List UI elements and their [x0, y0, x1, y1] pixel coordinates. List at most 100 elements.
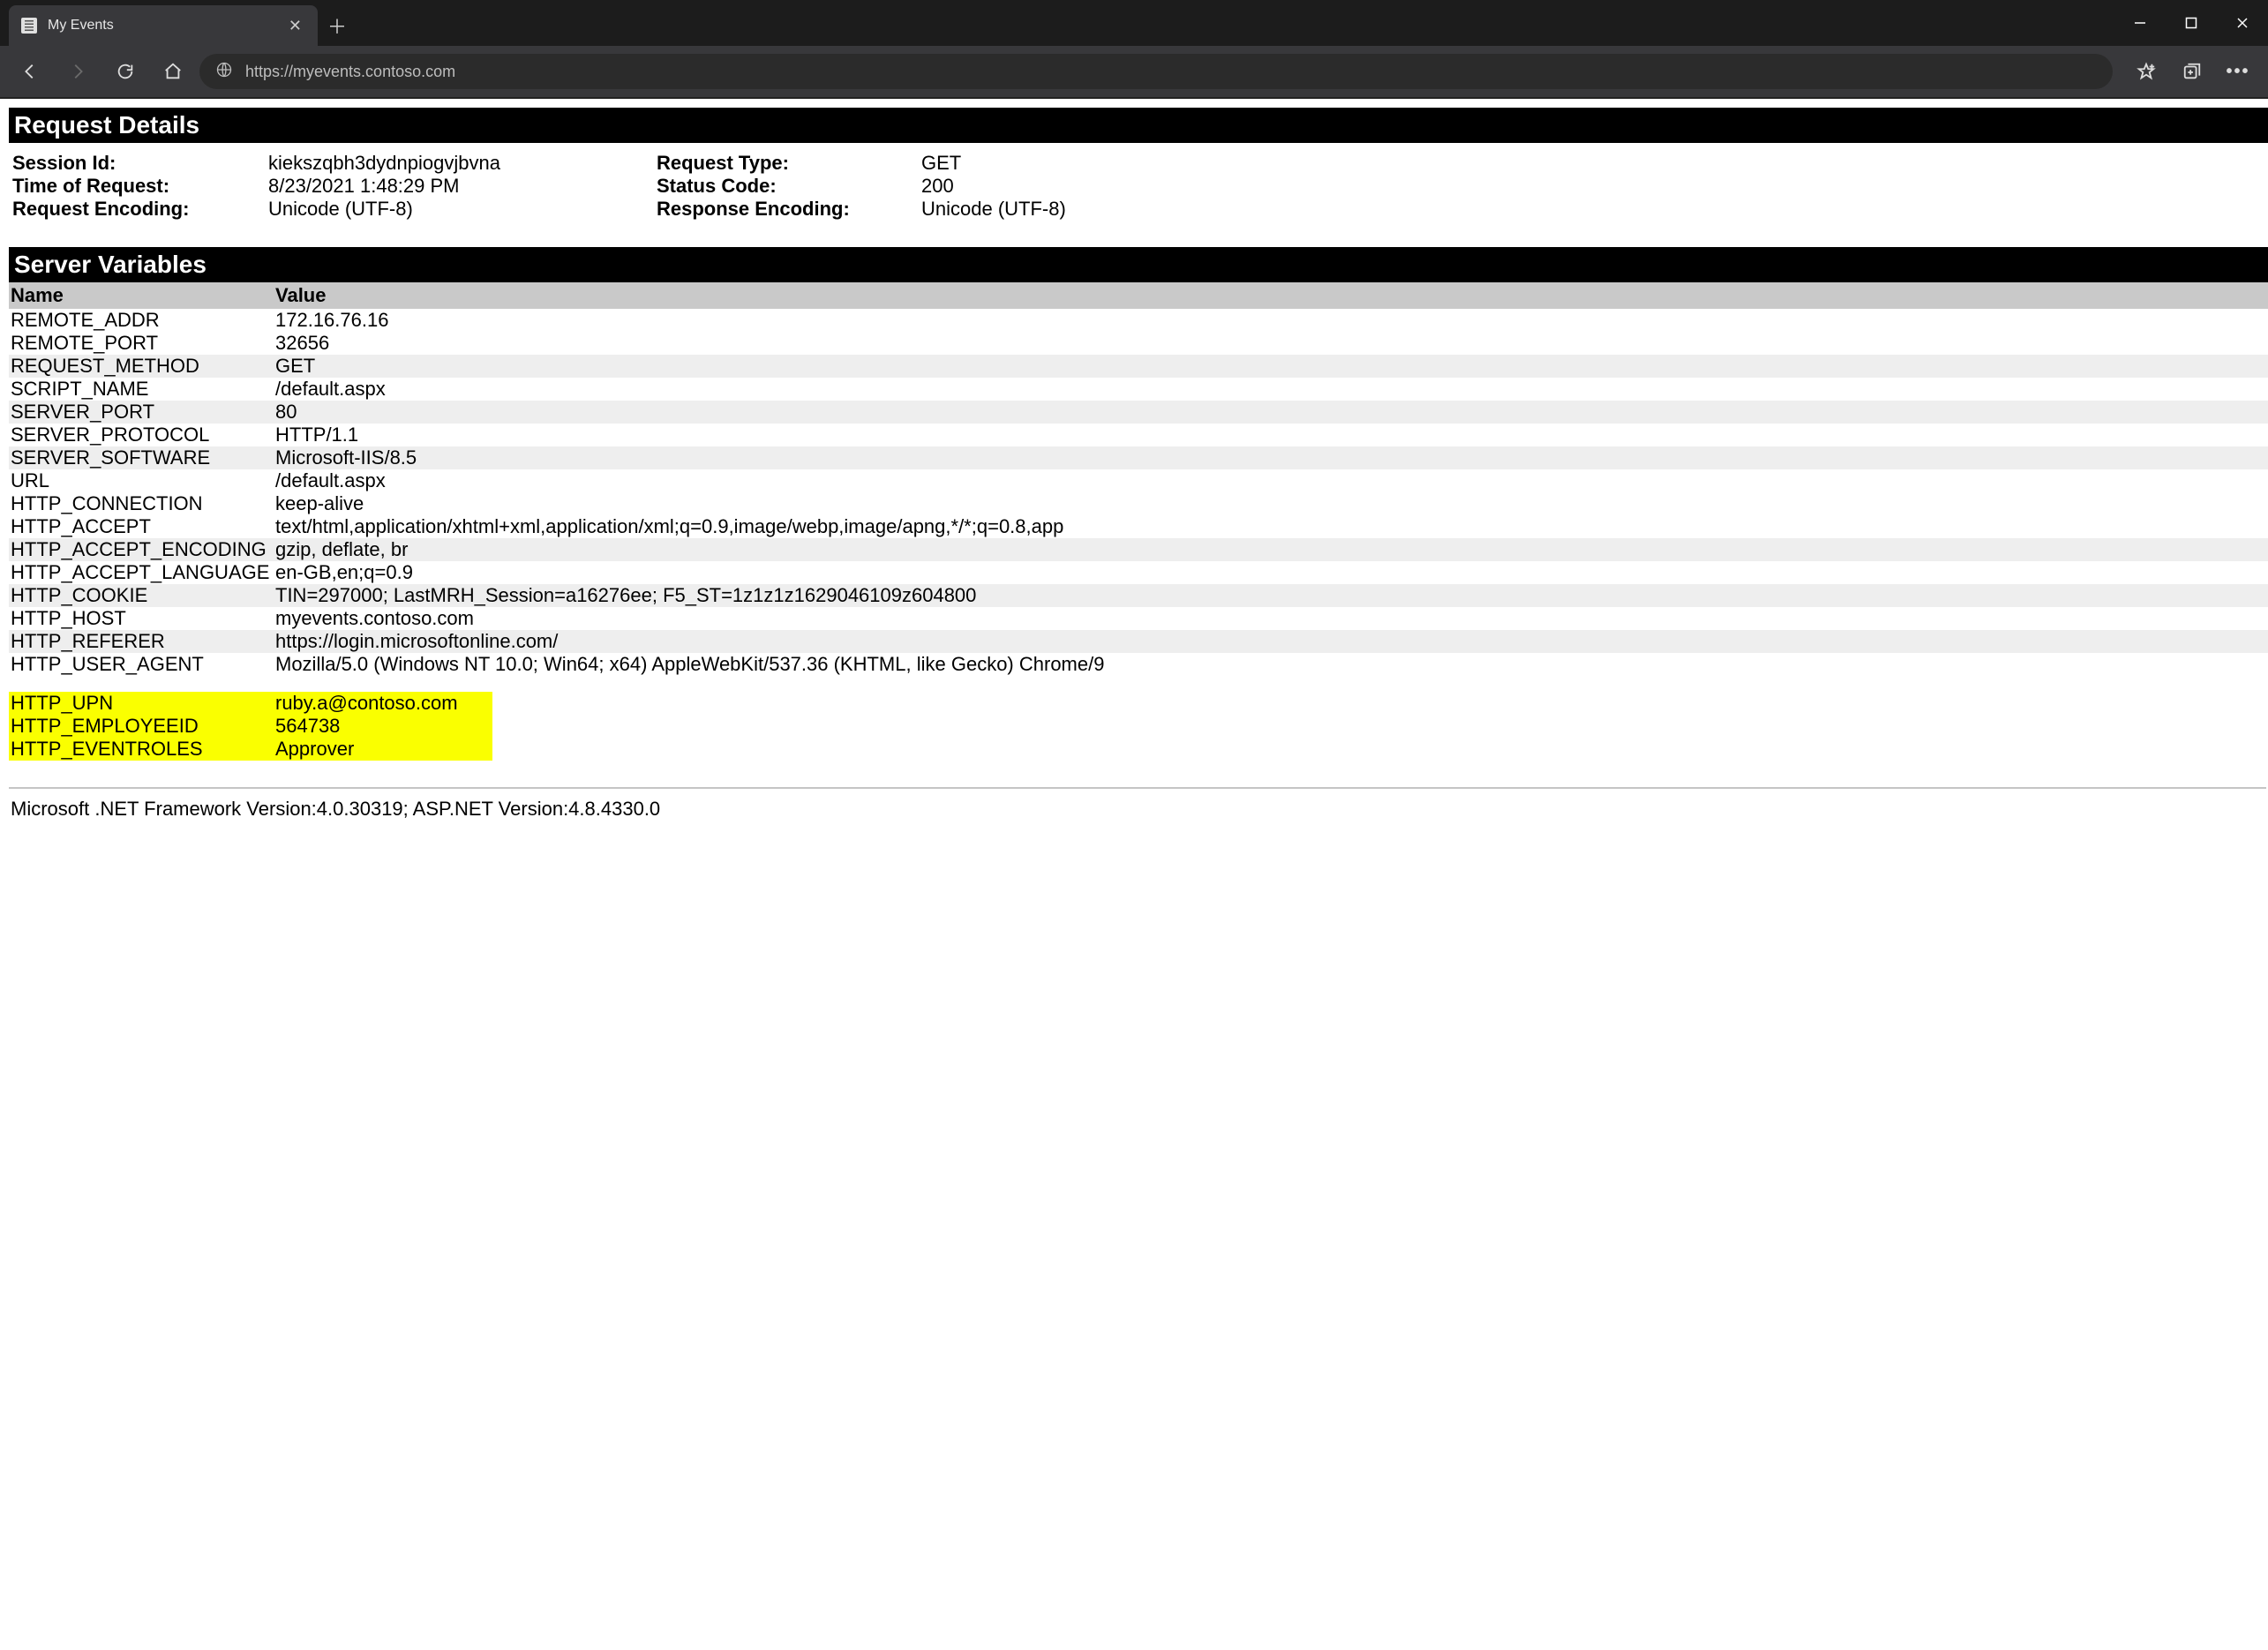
value-request-type: GET — [921, 152, 1168, 175]
var-name: HTTP_EMPLOYEEID — [11, 715, 275, 738]
label-request-encoding: Request Encoding: — [12, 198, 268, 221]
var-name: HTTP_ACCEPT_LANGUAGE — [11, 561, 275, 584]
var-value: HTTP/1.1 — [275, 424, 2266, 446]
var-name: HTTP_COOKIE — [11, 584, 275, 607]
minimize-button[interactable] — [2114, 0, 2166, 46]
more-icon: ••• — [2226, 62, 2249, 82]
page-content: Request Details Session Id: kiekszqbh3dy… — [0, 99, 2268, 1650]
table-row: HTTP_ACCEPT_LANGUAGE en-GB,en;q=0.9 — [9, 561, 2268, 584]
tab-title: My Events — [48, 18, 274, 34]
request-details-grid: Session Id: kiekszqbh3dydnpiogvjbvna Req… — [9, 143, 2268, 247]
browser-toolbar: https://myevents.contoso.com ••• — [0, 46, 2268, 99]
home-button[interactable] — [152, 50, 194, 93]
address-bar[interactable]: https://myevents.contoso.com — [199, 54, 2113, 89]
site-info-icon[interactable] — [215, 61, 233, 83]
var-value: ruby.a@contoso.com — [275, 692, 491, 715]
var-value: 564738 — [275, 715, 491, 738]
var-value: keep-alive — [275, 492, 2266, 515]
var-name: HTTP_EVENTROLES — [11, 738, 275, 761]
var-name: REMOTE_ADDR — [11, 309, 275, 332]
refresh-button[interactable] — [104, 50, 146, 93]
value-response-encoding: Unicode (UTF-8) — [921, 198, 1168, 221]
var-value: 80 — [275, 401, 2266, 424]
table-row: SCRIPT_NAME /default.aspx — [9, 378, 2268, 401]
table-row: SERVER_SOFTWARE Microsoft-IIS/8.5 — [9, 446, 2268, 469]
request-details-heading: Request Details — [9, 108, 2268, 143]
table-row: REQUEST_METHOD GET — [9, 355, 2268, 378]
highlighted-variables: HTTP_UPN ruby.a@contoso.com HTTP_EMPLOYE… — [9, 692, 492, 761]
table-row: REMOTE_PORT 32656 — [9, 332, 2268, 355]
browser-titlebar: My Events ✕ ＋ — [0, 0, 2268, 46]
label-time-of-request: Time of Request: — [12, 175, 268, 198]
table-row: HTTP_ACCEPT text/html,application/xhtml+… — [9, 515, 2268, 538]
var-name: REMOTE_PORT — [11, 332, 275, 355]
table-row: HTTP_UPN ruby.a@contoso.com — [9, 692, 492, 715]
close-window-button[interactable] — [2217, 0, 2268, 46]
table-header-row: Name Value — [9, 282, 2268, 309]
maximize-button[interactable] — [2166, 0, 2217, 46]
forward-button[interactable] — [56, 50, 99, 93]
var-name: URL — [11, 469, 275, 492]
var-value: Approver — [275, 738, 491, 761]
var-name: HTTP_CONNECTION — [11, 492, 275, 515]
back-button[interactable] — [9, 50, 51, 93]
var-name: HTTP_ACCEPT_ENCODING — [11, 538, 275, 561]
table-row: HTTP_EMPLOYEEID 564738 — [9, 715, 492, 738]
var-name: HTTP_ACCEPT — [11, 515, 275, 538]
table-row: SERVER_PROTOCOL HTTP/1.1 — [9, 424, 2268, 446]
label-request-type: Request Type: — [657, 152, 921, 175]
var-name: HTTP_REFERER — [11, 630, 275, 653]
var-name: HTTP_HOST — [11, 607, 275, 630]
new-tab-button[interactable]: ＋ — [318, 5, 357, 46]
var-value: https://login.microsoftonline.com/ — [275, 630, 2266, 653]
table-row: URL /default.aspx — [9, 469, 2268, 492]
separator — [9, 787, 2266, 789]
var-value: myevents.contoso.com — [275, 607, 2266, 630]
var-name: REQUEST_METHOD — [11, 355, 275, 378]
more-menu-button[interactable]: ••• — [2217, 50, 2259, 93]
value-time-of-request: 8/23/2021 1:48:29 PM — [268, 175, 604, 198]
table-row: HTTP_REFERER https://login.microsoftonli… — [9, 630, 2268, 653]
var-value: gzip, deflate, br — [275, 538, 2266, 561]
table-row: HTTP_CONNECTION keep-alive — [9, 492, 2268, 515]
var-value: Microsoft-IIS/8.5 — [275, 446, 2266, 469]
table-row: HTTP_HOST myevents.contoso.com — [9, 607, 2268, 630]
favorites-button[interactable] — [2125, 50, 2167, 93]
var-value: Mozilla/5.0 (Windows NT 10.0; Win64; x64… — [275, 653, 2266, 676]
server-variables-heading: Server Variables — [9, 247, 2268, 282]
var-name: HTTP_UPN — [11, 692, 275, 715]
var-value: 32656 — [275, 332, 2266, 355]
table-row: HTTP_USER_AGENT Mozilla/5.0 (Windows NT … — [9, 653, 2268, 676]
page-favicon-icon — [21, 18, 37, 34]
table-row: SERVER_PORT 80 — [9, 401, 2268, 424]
var-name: SCRIPT_NAME — [11, 378, 275, 401]
browser-tab[interactable]: My Events ✕ — [9, 5, 318, 46]
label-response-encoding: Response Encoding: — [657, 198, 921, 221]
var-value: GET — [275, 355, 2266, 378]
label-session-id: Session Id: — [12, 152, 268, 175]
table-row: HTTP_COOKIE TIN=297000; LastMRH_Session=… — [9, 584, 2268, 607]
col-header-value: Value — [275, 284, 2266, 307]
var-value: /default.aspx — [275, 469, 2266, 492]
label-status-code: Status Code: — [657, 175, 921, 198]
var-name: SERVER_PORT — [11, 401, 275, 424]
server-variables-table: Name Value REMOTE_ADDR 172.16.76.16 REMO… — [9, 282, 2268, 676]
var-name: HTTP_USER_AGENT — [11, 653, 275, 676]
var-value: en-GB,en;q=0.9 — [275, 561, 2266, 584]
window-controls — [2114, 0, 2268, 46]
table-row: HTTP_EVENTROLES Approver — [9, 738, 492, 761]
var-name: SERVER_SOFTWARE — [11, 446, 275, 469]
collections-button[interactable] — [2171, 50, 2213, 93]
close-tab-icon[interactable]: ✕ — [285, 17, 305, 35]
table-row: HTTP_ACCEPT_ENCODING gzip, deflate, br — [9, 538, 2268, 561]
var-value: 172.16.76.16 — [275, 309, 2266, 332]
framework-version-footer: Microsoft .NET Framework Version:4.0.303… — [9, 798, 2268, 821]
value-session-id: kiekszqbh3dydnpiogvjbvna — [268, 152, 604, 175]
table-row: REMOTE_ADDR 172.16.76.16 — [9, 309, 2268, 332]
url-text: https://myevents.contoso.com — [245, 63, 455, 81]
var-value: TIN=297000; LastMRH_Session=a16276ee; F5… — [275, 584, 2266, 607]
var-value: /default.aspx — [275, 378, 2266, 401]
var-value: text/html,application/xhtml+xml,applicat… — [275, 515, 2266, 538]
col-header-name: Name — [11, 284, 275, 307]
var-name: SERVER_PROTOCOL — [11, 424, 275, 446]
